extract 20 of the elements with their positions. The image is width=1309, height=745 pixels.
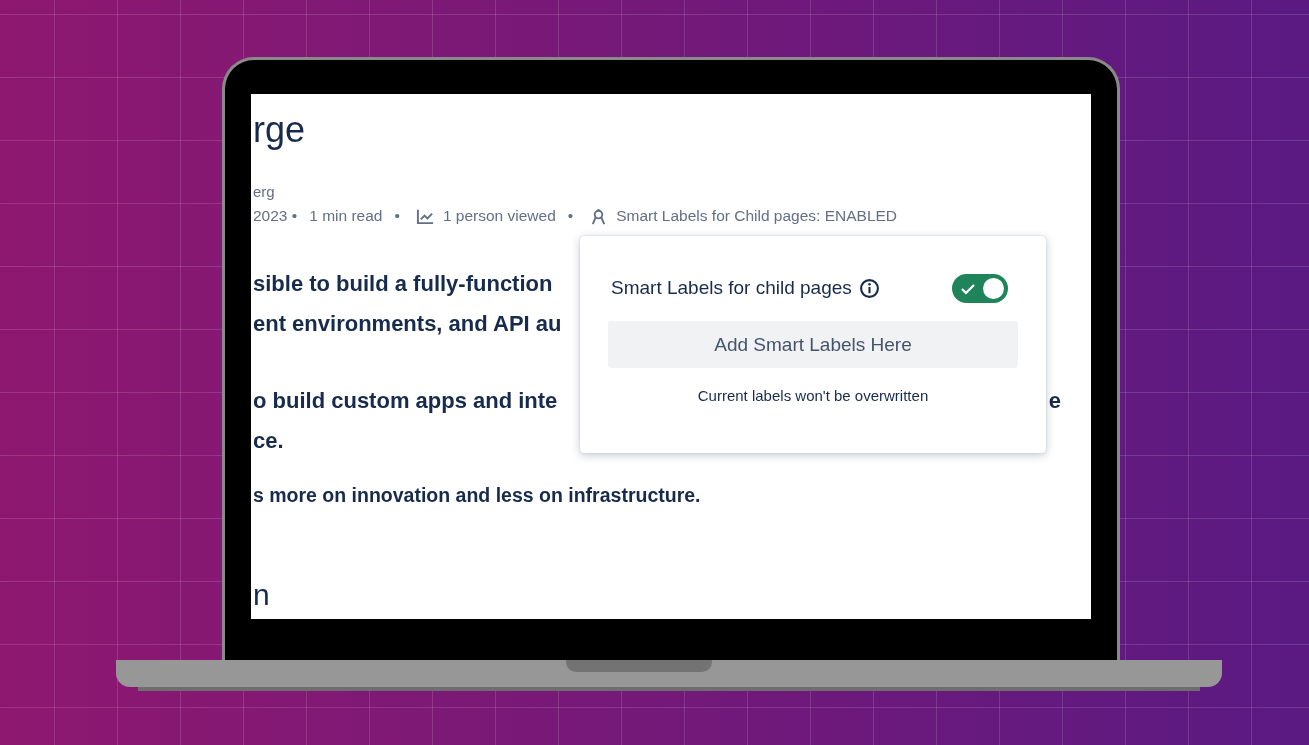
paragraph-text: o build custom apps and inte <box>253 387 558 415</box>
note-text: Current labels won't be overwritten <box>696 387 930 404</box>
add-smart-labels-button[interactable]: Add Smart Labels Here <box>608 321 1018 368</box>
paragraph-text: sible to build a fully-function <box>253 270 553 298</box>
meta-text: • <box>394 207 400 225</box>
meta-text: 2023 • <box>253 207 298 225</box>
paragraph-text: e <box>1048 387 1061 415</box>
meta-text: • <box>567 207 574 225</box>
meta-text: Smart Labels for Child pages: ENABLED <box>616 207 898 225</box>
info-icon[interactable] <box>858 277 880 299</box>
section-heading: n <box>253 577 270 613</box>
toggle-label: Smart Labels for child pages <box>611 277 852 299</box>
meta-text: 1 person viewed <box>442 207 556 225</box>
toggle-switch[interactable] <box>952 273 1008 303</box>
meta-text: 1 min read <box>309 207 383 225</box>
page-title: rge <box>253 108 306 152</box>
paragraph-text: ce. <box>253 427 284 455</box>
bold-text: s more on innovation and less on infrastructure. <box>253 483 701 508</box>
author-name: erg <box>253 182 275 202</box>
paragraph-text: ent environments, and API au <box>253 310 562 338</box>
